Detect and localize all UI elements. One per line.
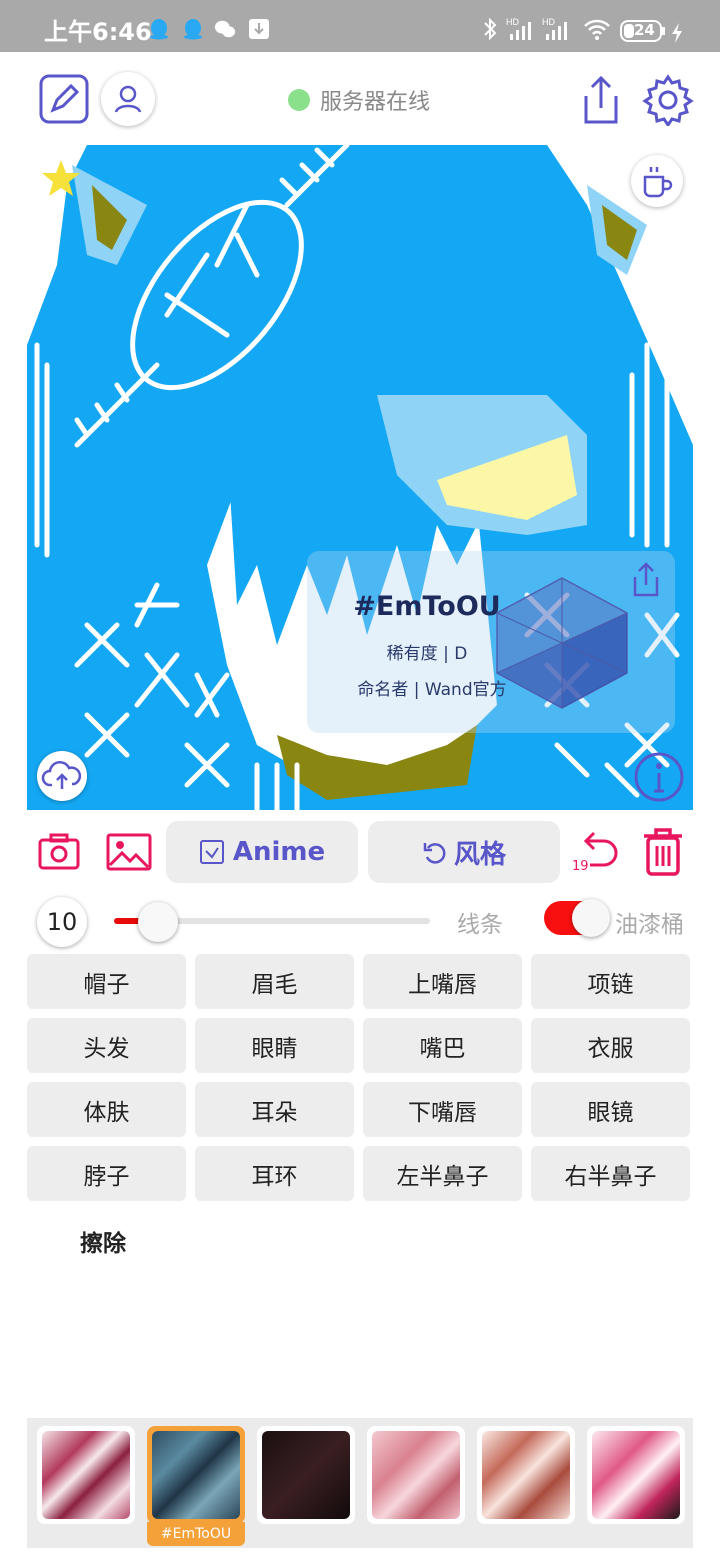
part-button-eyebrow[interactable]: 眉毛 bbox=[195, 954, 354, 1009]
qq-icon bbox=[150, 19, 168, 40]
part-button-clothes[interactable]: 衣服 bbox=[531, 1018, 690, 1073]
user-button[interactable] bbox=[101, 72, 155, 126]
part-button-left-nose[interactable]: 左半鼻子 bbox=[363, 1146, 522, 1201]
user-icon bbox=[114, 85, 142, 113]
bluetooth-icon bbox=[484, 17, 497, 41]
gallery-image-icon[interactable] bbox=[106, 832, 152, 872]
style-preview-image bbox=[372, 1431, 460, 1519]
tool-row: Anime 风格 19 bbox=[0, 815, 720, 890]
part-button-hat[interactable]: 帽子 bbox=[27, 954, 186, 1009]
style-thumbnail[interactable] bbox=[37, 1426, 135, 1524]
status-time: 上午6:46 bbox=[44, 18, 152, 46]
drawing-canvas[interactable]: #EmToOU 稀有度 | D 命名者 | Wand官方 bbox=[27, 145, 693, 810]
style-thumbnail[interactable] bbox=[257, 1426, 355, 1524]
server-status-text: 服务器在线 bbox=[320, 90, 431, 115]
style-thumbnail-strip: #EmToOU bbox=[27, 1418, 693, 1548]
style-preview-image bbox=[592, 1431, 680, 1519]
part-button-lower-lip[interactable]: 下嘴唇 bbox=[363, 1082, 522, 1137]
style-thumbnail[interactable] bbox=[367, 1426, 465, 1524]
part-button-neck[interactable]: 脖子 bbox=[27, 1146, 186, 1201]
qq-icon-2 bbox=[184, 19, 202, 40]
server-status: 服务器在线 bbox=[288, 86, 431, 115]
style-thumbnail[interactable] bbox=[477, 1426, 575, 1524]
part-button-glasses[interactable]: 眼镜 bbox=[531, 1082, 690, 1137]
checkbox-icon bbox=[199, 840, 224, 864]
share-icon[interactable] bbox=[578, 74, 624, 126]
selected-style-caption: #EmToOU bbox=[147, 1522, 245, 1546]
status-dot bbox=[288, 89, 310, 111]
wechat-icon bbox=[214, 20, 236, 38]
trash-icon[interactable] bbox=[640, 826, 686, 878]
brush-controls: 10 线条 油漆桶 bbox=[0, 895, 720, 950]
part-button-ears[interactable]: 耳朵 bbox=[195, 1082, 354, 1137]
coffee-button[interactable] bbox=[631, 155, 683, 207]
part-button-necklace[interactable]: 项链 bbox=[531, 954, 690, 1009]
toggle-knob bbox=[572, 899, 610, 937]
part-button-skin[interactable]: 体肤 bbox=[27, 1082, 186, 1137]
undo-button[interactable]: 19 bbox=[568, 827, 624, 883]
wifi-icon bbox=[584, 19, 610, 40]
part-button-earrings[interactable]: 耳环 bbox=[195, 1146, 354, 1201]
part-button-right-nose[interactable]: 右半鼻子 bbox=[531, 1146, 690, 1201]
style-preview-image bbox=[482, 1431, 570, 1519]
style-thumbnail-selected[interactable]: #EmToOU bbox=[147, 1426, 245, 1546]
hexagon-badge-icon bbox=[496, 577, 628, 709]
erase-button[interactable]: 擦除 bbox=[80, 1224, 126, 1258]
upload-cloud-button[interactable] bbox=[37, 751, 87, 801]
part-button-mouth[interactable]: 嘴巴 bbox=[363, 1018, 522, 1073]
style-button[interactable]: 风格 bbox=[368, 821, 560, 883]
edit-icon[interactable] bbox=[39, 74, 89, 124]
star-icon[interactable] bbox=[39, 157, 83, 201]
style-label: 风格 bbox=[453, 839, 506, 870]
style-preview-image bbox=[42, 1431, 130, 1519]
rotate-icon bbox=[423, 843, 446, 864]
camera-icon[interactable] bbox=[38, 832, 80, 872]
info-icon[interactable] bbox=[633, 751, 685, 803]
part-button-upper-lip[interactable]: 上嘴唇 bbox=[363, 954, 522, 1009]
status-bar: 上午6:46 HD HD 24 bbox=[0, 0, 720, 52]
svg-text:HD: HD bbox=[542, 17, 555, 27]
style-preview-image bbox=[152, 1431, 240, 1519]
result-card: #EmToOU 稀有度 | D 命名者 | Wand官方 bbox=[307, 551, 675, 733]
part-button-eyes[interactable]: 眼睛 bbox=[195, 1018, 354, 1073]
slider-thumb[interactable] bbox=[138, 902, 179, 942]
undo-count: 19 bbox=[572, 859, 589, 874]
coffee-cup-icon bbox=[643, 167, 673, 198]
line-mode-label[interactable]: 线条 bbox=[457, 905, 503, 939]
part-button-hair[interactable]: 头发 bbox=[27, 1018, 186, 1073]
anime-mode-button[interactable]: Anime bbox=[166, 821, 358, 883]
download-icon bbox=[249, 19, 269, 39]
mode-toggle-switch[interactable] bbox=[544, 899, 610, 937]
battery-level: 24 bbox=[634, 21, 655, 39]
cloud-upload-icon bbox=[41, 761, 82, 789]
charging-icon bbox=[672, 23, 682, 43]
signal-icon-2: HD bbox=[542, 17, 567, 40]
settings-gear-icon[interactable] bbox=[642, 74, 694, 126]
style-preview-image bbox=[262, 1431, 350, 1519]
brush-size-value: 10 bbox=[37, 897, 87, 947]
bucket-mode-label[interactable]: 油漆桶 bbox=[615, 905, 684, 939]
undo-icon bbox=[583, 831, 618, 867]
svg-text:HD: HD bbox=[506, 17, 519, 27]
style-thumbnail[interactable] bbox=[587, 1426, 685, 1524]
signal-icon: HD bbox=[506, 17, 531, 40]
anime-label: Anime bbox=[232, 837, 326, 867]
